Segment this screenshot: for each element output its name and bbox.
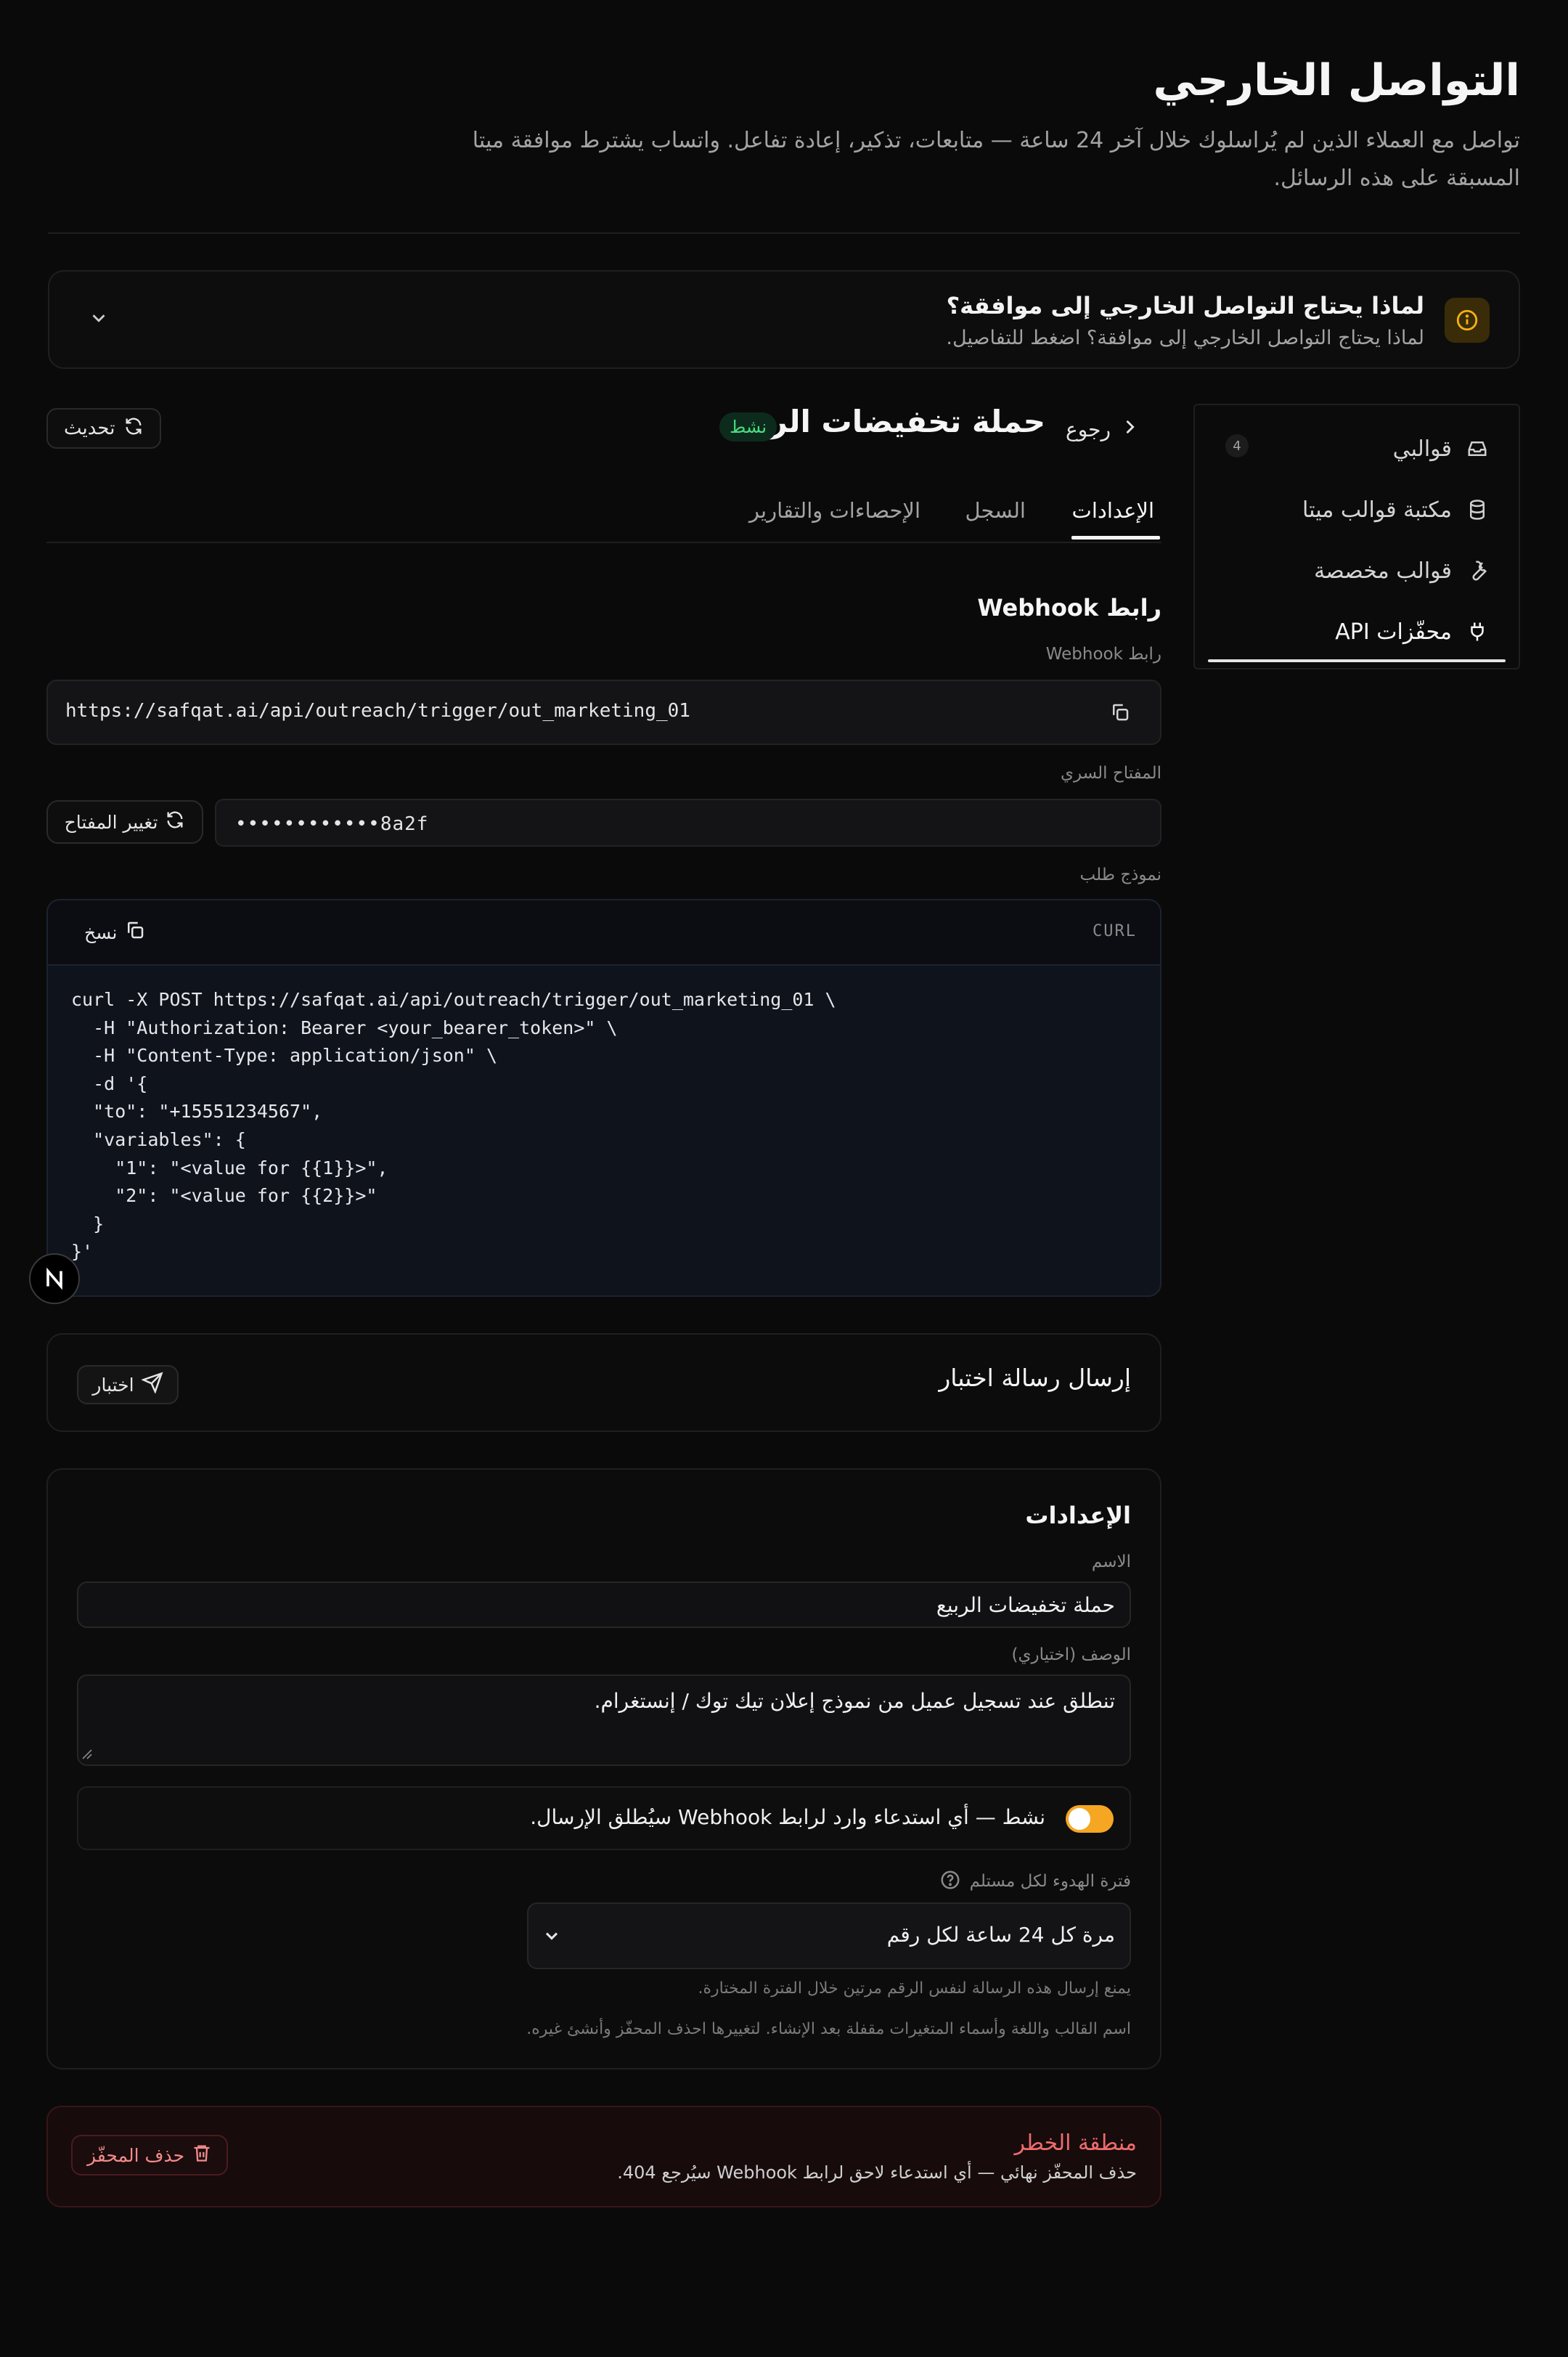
refresh-button[interactable]: تحديث [46, 408, 162, 449]
tabs-divider [46, 542, 1161, 543]
danger-title: منطقة الخطر [1014, 2130, 1137, 2156]
webhook-url-label: رابط Webhook [1045, 645, 1161, 664]
rotate-key-label: تغيير المفتاح [64, 811, 158, 833]
help-icon[interactable] [939, 1869, 961, 1894]
refresh-label: تحديث [64, 418, 115, 439]
database-icon [1465, 497, 1490, 522]
webhook-url-field[interactable]: https://safqat.ai/api/outreach/trigger/o… [46, 680, 1161, 745]
info-title: لماذا يحتاج التواصل الخارجي إلى موافقة؟ [946, 292, 1424, 319]
copy-icon[interactable] [1106, 701, 1131, 726]
wrench-icon [1465, 558, 1490, 583]
send-icon [140, 1372, 163, 1398]
secret-label: المفتاح السري [1060, 764, 1161, 783]
code-sample-block: CURL نسخ curl -X POST https://safqat.ai/… [46, 899, 1161, 1297]
active-tab-indicator [1071, 536, 1160, 540]
settings-card: الإعدادات الاسم حملة تخفيضات الربيع الوص… [46, 1468, 1161, 2069]
toggle-knob [1069, 1808, 1090, 1830]
active-toggle-row: نشط — أي استدعاء وارد لرابط Webhook سيُط… [77, 1786, 1131, 1850]
code-language: CURL [1093, 922, 1137, 940]
chevron-down-icon[interactable] [84, 304, 113, 333]
back-button[interactable]: رجوع [1066, 411, 1140, 447]
secret-key-value: ••••••••••••8a2f [235, 813, 429, 835]
description-label: الوصف (اختياري) [1011, 1645, 1131, 1664]
webhook-section-title: رابط Webhook [977, 594, 1161, 622]
sidebar-item-label: محفّزات API [1335, 619, 1452, 645]
copy-label: نسخ [84, 921, 118, 943]
webhook-url-value: https://safqat.ai/api/outreach/trigger/o… [65, 700, 690, 722]
code-content: curl -X POST https://safqat.ai/api/outre… [71, 989, 836, 1263]
secret-key-field[interactable]: ••••••••••••8a2f [215, 799, 1161, 847]
tab-settings[interactable]: الإعدادات [1072, 498, 1154, 523]
nextjs-logo-icon[interactable] [29, 1253, 80, 1304]
header-divider [48, 232, 1520, 234]
sidebar-item-custom-templates[interactable]: قوالب مخصصة [1314, 549, 1490, 593]
name-value: حملة تخفيضات الربيع [936, 1593, 1115, 1617]
chevron-right-icon [1119, 417, 1140, 442]
send-test-label: اختبار [92, 1374, 134, 1396]
refresh-icon [123, 416, 144, 441]
copy-code-button[interactable]: نسخ [84, 919, 146, 945]
back-label: رجوع [1065, 417, 1111, 441]
description-value: تنطلق عند تسجيل عميل من نموذج إعلان تيك … [594, 1689, 1115, 1713]
page-title: التواصل الخارجي [1153, 55, 1520, 106]
cooldown-value: مرة كل 24 ساعة لكل رقم [886, 1923, 1115, 1947]
active-nav-indicator [1208, 659, 1506, 662]
plug-icon [1465, 619, 1490, 644]
test-message-card: إرسال رسالة اختبار اختبار [46, 1333, 1161, 1432]
test-message-title: إرسال رسالة اختبار [939, 1364, 1131, 1392]
sidebar-item-label: مكتبة قوالب ميتا [1302, 497, 1452, 523]
description-textarea[interactable]: تنطلق عند تسجيل عميل من نموذج إعلان تيك … [77, 1674, 1131, 1766]
templates-sidebar: قوالبي 4 مكتبة قوالب ميتا قوالب مخصصة مح… [1193, 404, 1520, 669]
resize-handle-icon[interactable] [81, 1749, 93, 1763]
name-input[interactable]: حملة تخفيضات الربيع [77, 1581, 1131, 1628]
rotate-key-button[interactable]: تغيير المفتاح [46, 800, 203, 844]
send-test-button[interactable]: اختبار [77, 1365, 179, 1404]
cooldown-label-row: فترة الهدوء لكل مستلم [939, 1869, 1131, 1894]
consent-info-collapsible[interactable]: لماذا يحتاج التواصل الخارجي إلى موافقة؟ … [48, 270, 1520, 369]
count-badge: 4 [1225, 434, 1249, 457]
page-description: تواصل مع العملاء الذين لم يُراسلوك خلال … [472, 128, 1520, 191]
sidebar-item-api-triggers[interactable]: محفّزات API [1335, 610, 1490, 654]
code-header: CURL نسخ [48, 900, 1160, 966]
name-label: الاسم [1091, 1552, 1131, 1571]
sidebar-item-my-templates[interactable]: قوالبي [1393, 427, 1490, 471]
info-icon [1445, 298, 1490, 343]
status-badge: نشط [719, 412, 777, 441]
chevron-down-icon [542, 1926, 562, 1949]
locked-fields-hint: اسم القالب واللغة وأسماء المتغيرات مقفلة… [526, 2020, 1131, 2038]
settings-title: الإعدادات [1025, 1502, 1131, 1529]
refresh-icon [165, 810, 185, 834]
info-subtitle: لماذا يحتاج التواصل الخارجي إلى موافقة؟ … [946, 327, 1424, 349]
tab-stats[interactable]: الإحصاءات والتقارير [749, 498, 920, 523]
sample-request-label: نموذج طلب [1079, 866, 1161, 884]
trash-icon [192, 2143, 212, 2167]
danger-zone: منطقة الخطر حذف المحفّز نهائي — أي استدع… [46, 2106, 1161, 2207]
active-toggle-label: نشط — أي استدعاء وارد لرابط Webhook سيُط… [530, 1805, 1045, 1829]
cooldown-label: فترة الهدوء لكل مستلم [969, 1872, 1131, 1891]
delete-trigger-label: حذف المحفّز [86, 2144, 185, 2166]
inbox-icon [1465, 436, 1490, 461]
cooldown-select[interactable]: مرة كل 24 ساعة لكل رقم [527, 1902, 1131, 1969]
sidebar-item-label: قوالبي [1392, 436, 1452, 462]
delete-trigger-button[interactable]: حذف المحفّز [71, 2135, 228, 2175]
sidebar-item-label: قوالب مخصصة [1314, 558, 1452, 584]
active-toggle[interactable] [1066, 1805, 1114, 1833]
danger-subtitle: حذف المحفّز نهائي — أي استدعاء لاحق لراب… [617, 2162, 1137, 2183]
copy-icon [124, 919, 146, 945]
cooldown-hint: يمنع إرسال هذه الرسالة لنفس الرقم مرتين … [698, 1979, 1132, 1998]
tab-log[interactable]: السجل [965, 498, 1026, 523]
sidebar-item-meta-library[interactable]: مكتبة قوالب ميتا [1302, 488, 1490, 532]
